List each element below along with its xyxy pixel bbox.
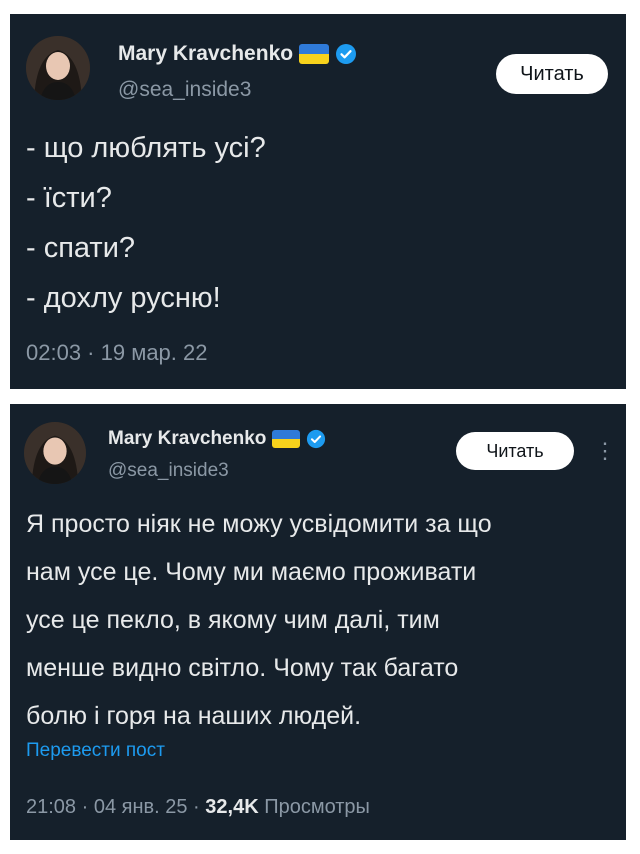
ukraine-flag-icon [272, 430, 301, 448]
more-options-icon[interactable]: ⋮ [594, 440, 616, 462]
translate-post-link[interactable]: Перевести пост [26, 740, 165, 762]
tweet-timestamp[interactable]: 02:03 · 19 мар. 22 [26, 340, 207, 366]
tweet-card-1[interactable]: Mary Kravchenko @sea_inside3 Читать - що… [10, 14, 626, 389]
follow-button[interactable]: Читать [456, 432, 574, 470]
tweet-timestamp[interactable]: 21:08 · 04 янв. 25 · [26, 796, 205, 818]
views-label: Просмотры [258, 796, 370, 818]
tweet-card-2[interactable]: Mary Kravchenko @sea_inside3 Читать ⋮ Я … [10, 404, 626, 840]
tweet-text-line: менше видно світло. Чому так багато [26, 654, 459, 682]
tweet-text-line: - дохлу русню! [26, 282, 221, 314]
verified-badge-icon [306, 429, 326, 449]
author-handle[interactable]: @sea_inside3 [108, 460, 229, 482]
tweet-text-line: болю і горя на наших людей. [26, 702, 362, 730]
tweet-text-line: - спати? [26, 232, 136, 264]
tweet-text-line: - їсти? [26, 182, 112, 214]
tweet-text-line: - що люблять усі? [26, 132, 266, 164]
tweet-text-line: усе це пекло, в якому чим далі, тим [26, 606, 440, 634]
author-name[interactable]: Mary Kravchenko [118, 42, 293, 66]
verified-badge-icon [335, 43, 357, 65]
tweet-meta: 21:08 · 04 янв. 25 · 32,4K Просмотры [26, 796, 370, 819]
avatar[interactable] [26, 36, 90, 100]
author-name[interactable]: Mary Kravchenko [108, 428, 266, 450]
tweet-text-line: Я просто ніяк не можу усвідомити за що [26, 510, 492, 538]
ukraine-flag-icon [299, 44, 330, 64]
views-count: 32,4K [205, 796, 259, 818]
avatar[interactable] [24, 422, 86, 484]
tweet-text-line: нам усе це. Чому ми маємо проживати [26, 558, 477, 586]
author-handle[interactable]: @sea_inside3 [118, 78, 251, 102]
follow-button[interactable]: Читать [496, 54, 608, 94]
